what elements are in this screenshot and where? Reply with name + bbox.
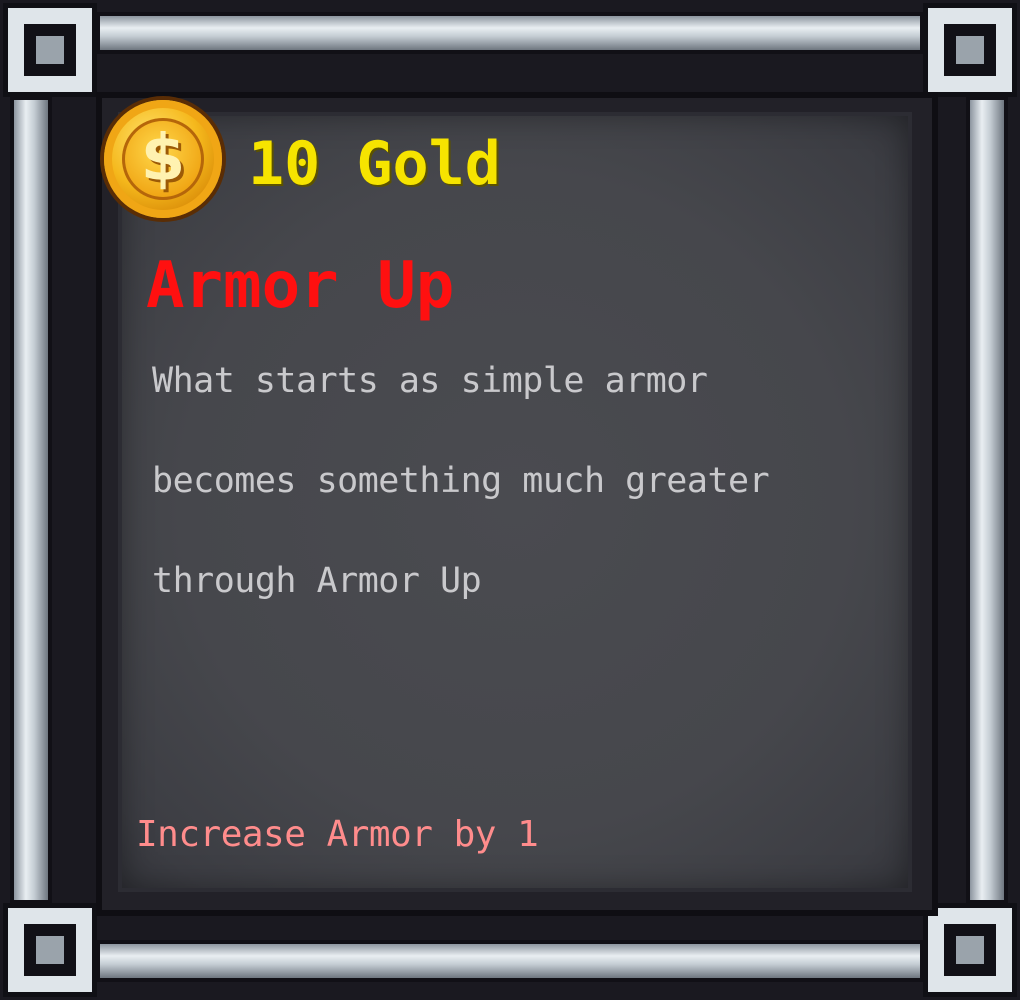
frame-left-bar bbox=[14, 100, 48, 900]
gold-coin-icon: $ bbox=[104, 100, 222, 218]
description-line-1: What starts as simple armor bbox=[152, 361, 708, 401]
frame-top-bar bbox=[100, 16, 920, 50]
card-title: Armor Up bbox=[146, 249, 455, 323]
frame-corner-top-left bbox=[8, 8, 92, 92]
description-line-2: becomes something much greater bbox=[152, 461, 770, 501]
frame-corner-bottom-right bbox=[928, 908, 1012, 992]
frame-corner-top-right bbox=[928, 8, 1012, 92]
frame-right-bar bbox=[970, 100, 1004, 900]
cost-label: 10 Gold bbox=[248, 129, 501, 199]
coin-face: $ bbox=[122, 118, 204, 200]
frame-bottom-bar bbox=[100, 944, 920, 978]
frame-corner-bottom-left bbox=[8, 908, 92, 992]
description-line-3: through Armor Up bbox=[152, 561, 482, 601]
effect-text: Increase Armor by 1 bbox=[136, 814, 539, 855]
upgrade-card[interactable]: $ 10 Gold Armor Up What starts as simple… bbox=[0, 0, 1020, 1000]
coin-dollar-symbol: $ bbox=[140, 122, 186, 196]
